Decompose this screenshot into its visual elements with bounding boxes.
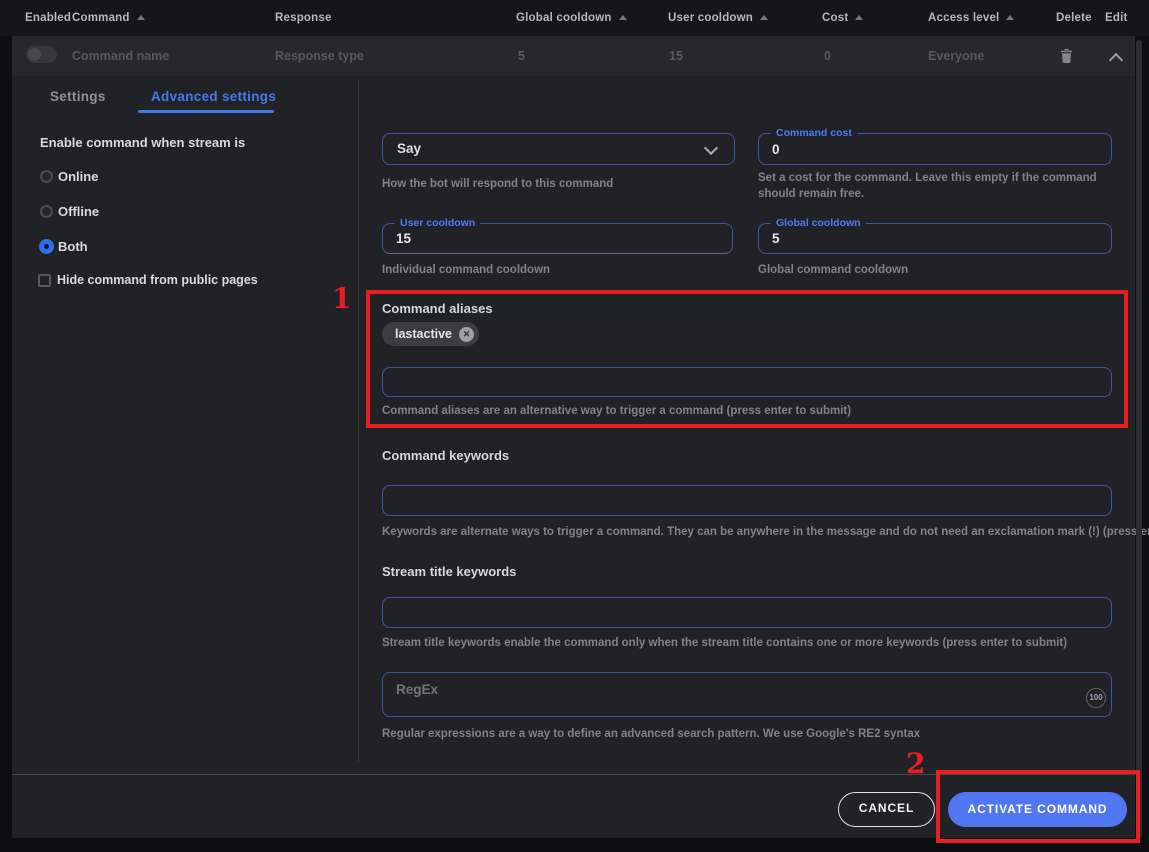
command-aliases-input[interactable] <box>383 368 1111 396</box>
response-type-value: Say <box>397 134 421 164</box>
row-user-cooldown-value: 15 <box>669 36 683 76</box>
row-access-level-value: Everyone <box>928 36 984 76</box>
command-aliases-label: Command aliases <box>382 301 493 316</box>
user-cooldown-caption: Individual command cooldown <box>382 263 550 279</box>
global-cooldown-field: Global cooldown <box>758 223 1112 254</box>
response-type-placeholder: Response type <box>275 36 364 76</box>
regex-caption: Regular expressions are a way to define … <box>382 727 920 743</box>
stream-title-keywords-input[interactable] <box>383 598 1111 627</box>
radio-offline-label[interactable]: Offline <box>58 204 99 219</box>
col-response: Response <box>275 0 332 36</box>
col-delete: Delete <box>1056 0 1092 36</box>
trash-icon[interactable] <box>1060 48 1073 64</box>
regex-field <box>382 672 1112 717</box>
active-tab-indicator <box>138 110 274 113</box>
col-edit: Edit <box>1105 0 1128 36</box>
user-cooldown-field: User cooldown <box>382 223 733 254</box>
col-cost[interactable]: Cost <box>822 0 863 36</box>
radio-online-label[interactable]: Online <box>58 169 98 184</box>
row-global-cooldown-value: 5 <box>518 36 525 76</box>
radio-offline[interactable] <box>40 205 53 218</box>
regex-input[interactable] <box>383 673 1111 716</box>
alias-chip-text: lastactive <box>395 327 452 341</box>
command-keywords-label: Command keywords <box>382 448 509 463</box>
col-access-level[interactable]: Access level <box>928 0 1014 36</box>
hide-command-label[interactable]: Hide command from public pages <box>57 273 258 287</box>
scrollbar-thumb[interactable] <box>1136 40 1142 838</box>
command-cost-caption: Set a cost for the command. Leave this e… <box>758 171 1122 202</box>
footer-divider <box>12 774 1135 775</box>
user-cooldown-label: User cooldown <box>395 217 480 230</box>
column-divider <box>358 80 359 762</box>
alias-chip: lastactive ✕ <box>382 322 479 346</box>
command-keywords-input[interactable] <box>383 486 1111 515</box>
table-header: Enabled Command Response Global cooldown… <box>0 0 1149 36</box>
col-user-cooldown[interactable]: User cooldown <box>668 0 768 36</box>
radio-both-label[interactable]: Both <box>58 239 88 254</box>
stream-title-keywords-caption: Stream title keywords enable the command… <box>382 636 1067 652</box>
stream-title-keywords-field <box>382 597 1112 628</box>
sort-asc-icon <box>760 15 768 20</box>
radio-both[interactable] <box>39 239 54 254</box>
tab-advanced-settings[interactable]: Advanced settings <box>151 89 276 104</box>
command-name-placeholder: Command name <box>72 36 169 76</box>
regex-char-counter: 100 <box>1086 688 1106 708</box>
sort-asc-icon <box>1006 15 1014 20</box>
response-type-select[interactable]: Say <box>382 133 735 165</box>
command-aliases-caption: Command aliases are an alternative way t… <box>382 404 851 420</box>
enabled-toggle[interactable] <box>26 46 57 63</box>
chevron-down-icon <box>704 141 718 155</box>
toggle-knob <box>28 48 41 61</box>
global-cooldown-label: Global cooldown <box>771 217 866 230</box>
stream-state-label: Enable command when stream is <box>40 135 245 150</box>
sort-asc-icon <box>137 15 145 20</box>
command-cost-field: Command cost <box>758 133 1112 165</box>
response-type-caption: How the bot will respond to this command <box>382 177 613 193</box>
stream-title-keywords-label: Stream title keywords <box>382 564 516 579</box>
command-aliases-field <box>382 367 1112 397</box>
radio-online[interactable] <box>40 170 53 183</box>
col-global-cooldown[interactable]: Global cooldown <box>516 0 627 36</box>
col-enabled: Enabled <box>25 0 71 36</box>
row-cost-value: 0 <box>824 36 831 76</box>
command-cost-label: Command cost <box>771 127 857 140</box>
global-cooldown-caption: Global command cooldown <box>758 263 908 279</box>
cancel-button[interactable]: CANCEL <box>838 792 935 827</box>
col-command[interactable]: Command <box>72 0 145 36</box>
command-keywords-caption: Keywords are alternate ways to trigger a… <box>382 525 1149 541</box>
hide-command-checkbox[interactable] <box>38 274 51 287</box>
activate-command-button[interactable]: ACTIVATE COMMAND <box>948 792 1127 827</box>
remove-alias-icon[interactable]: ✕ <box>459 327 474 342</box>
commands-page: Enabled Command Response Global cooldown… <box>0 0 1149 852</box>
sort-asc-icon <box>855 15 863 20</box>
command-keywords-field <box>382 485 1112 516</box>
sort-asc-icon <box>619 15 627 20</box>
tab-settings[interactable]: Settings <box>50 89 106 104</box>
